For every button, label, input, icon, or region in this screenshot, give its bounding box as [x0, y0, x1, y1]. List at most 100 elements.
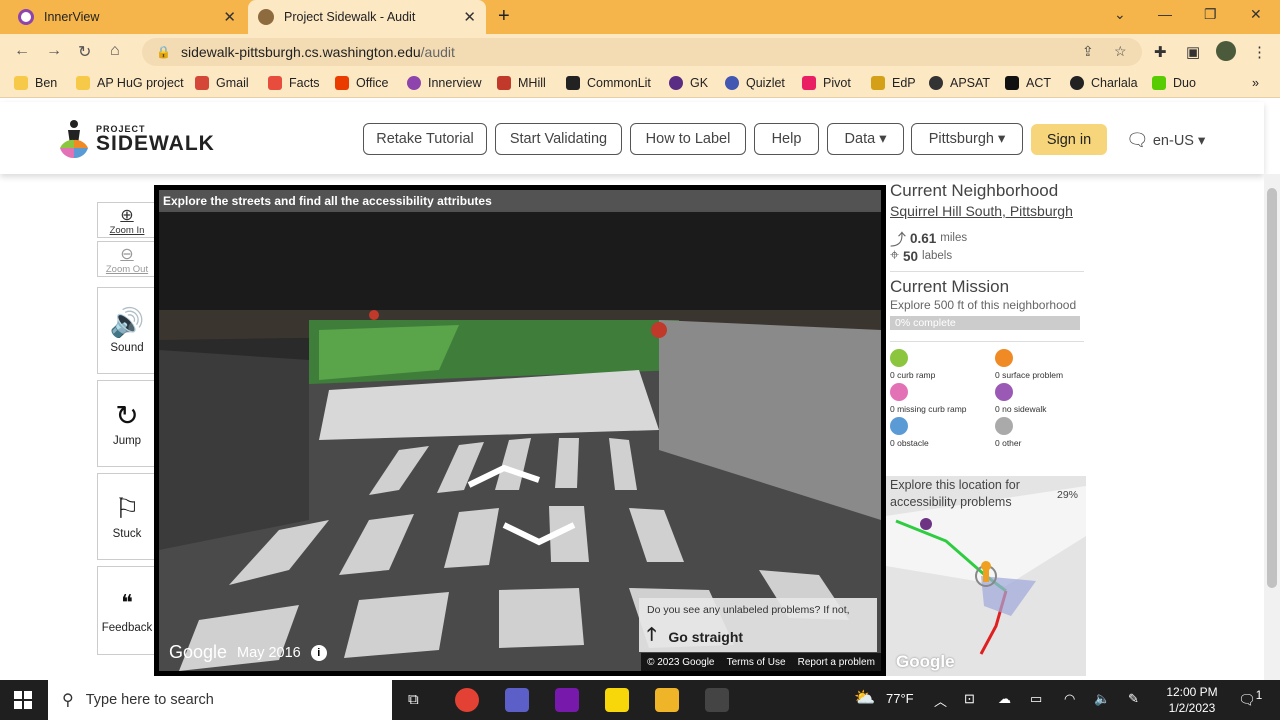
- bookmark-innerview[interactable]: Innerview: [407, 76, 482, 90]
- bookmark-facts[interactable]: Facts: [268, 76, 320, 90]
- close-tab-icon[interactable]: ✕: [223, 8, 236, 26]
- go-straight-prompt[interactable]: Do you see any unlabeled problems? If no…: [639, 598, 877, 652]
- tab-search-icon[interactable]: ⌄: [1114, 6, 1126, 23]
- weather-temp[interactable]: 77°F: [886, 691, 914, 706]
- tab-project-sidewalk[interactable]: Project Sidewalk - Audit ✕: [248, 0, 486, 34]
- city-dropdown[interactable]: Pittsburgh ▾: [911, 123, 1023, 155]
- app-tray-icon[interactable]: ⊡: [964, 691, 975, 707]
- url-bar[interactable]: 🔒 sidewalk-pittsburgh.cs.washington.edu /…: [142, 38, 1142, 66]
- zoom-in-button[interactable]: ⊕ Zoom In: [97, 202, 157, 238]
- forward-icon[interactable]: →: [46, 42, 62, 60]
- search-icon: ⚲: [62, 692, 74, 709]
- menu-icon[interactable]: ⋮: [1252, 43, 1267, 61]
- share-icon[interactable]: ⇪: [1082, 43, 1094, 60]
- divider: [890, 271, 1084, 272]
- bookmark-gk[interactable]: GK: [669, 76, 708, 90]
- retake-tutorial-button[interactable]: Retake Tutorial: [363, 123, 487, 155]
- translate-icon: 🗨: [1126, 130, 1149, 150]
- sign-in-button[interactable]: Sign in: [1031, 124, 1107, 155]
- data-dropdown[interactable]: Data ▾: [827, 123, 904, 155]
- close-window-icon[interactable]: ✕: [1250, 6, 1262, 23]
- minimize-icon[interactable]: —: [1158, 6, 1172, 22]
- terms-link[interactable]: Terms of Use: [727, 657, 786, 668]
- signpost-icon: ⚐: [114, 492, 140, 524]
- bookmark-mhill[interactable]: MHill: [497, 76, 546, 90]
- restore-icon[interactable]: ❐: [1204, 6, 1217, 23]
- zoom-out-button[interactable]: ⊖ Zoom Out: [97, 241, 157, 277]
- page-scrollbar[interactable]: [1264, 174, 1280, 680]
- reload-icon[interactable]: ↻: [78, 42, 91, 62]
- current-mission-heading: Current Mission: [890, 277, 1010, 296]
- game-icon[interactable]: [705, 688, 729, 712]
- street-view-panorama[interactable]: Explore the streets and find all the acc…: [154, 185, 886, 676]
- tab-innerview[interactable]: InnerView ✕: [8, 0, 246, 34]
- bookmark-act[interactable]: ACT: [1005, 76, 1051, 90]
- task-view-icon[interactable]: ⧉: [408, 691, 419, 708]
- miles-unit: miles: [940, 232, 968, 244]
- bookmark-star-icon[interactable]: ☆: [1114, 43, 1127, 60]
- bookmark-quizlet[interactable]: Quizlet: [725, 76, 785, 90]
- bookmark-commonlit[interactable]: CommonLit: [566, 76, 651, 90]
- minimap[interactable]: Explore this location for accessibility …: [886, 476, 1086, 676]
- taskbar-search[interactable]: ⚲ Type here to search: [48, 680, 392, 720]
- info-icon[interactable]: i: [310, 644, 327, 661]
- windows-start-icon[interactable]: [14, 691, 32, 709]
- project-sidewalk-logo[interactable]: PROJECT SIDEWALK: [56, 118, 215, 160]
- jump-button[interactable]: ↻ Jump: [97, 380, 157, 467]
- new-tab-button[interactable]: +: [498, 5, 510, 28]
- show-hidden-icons[interactable]: ︿: [934, 691, 947, 710]
- scrollbar-thumb[interactable]: [1267, 188, 1277, 588]
- pano-attribution: Google May 2016 i: [169, 642, 327, 663]
- sidewalk-favicon-icon: [258, 9, 274, 25]
- profile-avatar[interactable]: [1216, 41, 1236, 61]
- chrome-icon[interactable]: [455, 688, 479, 712]
- teams-icon[interactable]: [505, 688, 529, 712]
- sticky-notes-icon[interactable]: [605, 688, 629, 712]
- battery-icon[interactable]: ▭: [1030, 691, 1042, 707]
- weather-icon[interactable]: ⛅: [854, 688, 875, 708]
- charlala-icon: [1070, 76, 1084, 90]
- close-tab-icon[interactable]: ✕: [463, 8, 476, 26]
- map-pin-icon: ⌖: [890, 247, 900, 264]
- stuck-button[interactable]: ⚐ Stuck: [97, 473, 157, 560]
- bookmark-edp[interactable]: EdP: [871, 76, 916, 90]
- labels-unit: labels: [922, 250, 953, 262]
- pen-icon[interactable]: ✎: [1128, 691, 1139, 707]
- onenote-icon[interactable]: [555, 688, 579, 712]
- no-sidewalk-count: 0 no sidewalk: [995, 383, 1047, 414]
- surface-problem-count: 0 surface problem: [995, 349, 1063, 380]
- bookmark-ap-hug[interactable]: AP HuG project: [76, 76, 184, 90]
- innerview-favicon-icon: [18, 9, 34, 25]
- bookmark-ben[interactable]: Ben: [14, 76, 57, 90]
- back-icon[interactable]: ←: [14, 42, 30, 60]
- current-neighborhood-heading: Current Neighborhood: [890, 181, 1059, 200]
- bookmark-gmail[interactable]: Gmail: [195, 76, 249, 90]
- speaker-icon: 🔊: [109, 306, 145, 338]
- edp-icon: [871, 76, 885, 90]
- language-selector[interactable]: 🗨 en-US ▾: [1126, 130, 1205, 151]
- bookmark-pivot[interactable]: Pivot: [802, 76, 851, 90]
- address-toolbar: ← → ↻ ⌂ 🔒 sidewalk-pittsburgh.cs.washing…: [0, 34, 1280, 70]
- sound-button[interactable]: 🔊 Sound: [97, 287, 157, 374]
- bookmark-apsat[interactable]: APSAT: [929, 76, 990, 90]
- taskbar-clock[interactable]: 12:00 PM 1/2/2023: [1160, 684, 1224, 716]
- help-button[interactable]: Help: [754, 123, 819, 155]
- notification-icon[interactable]: 🗨1: [1238, 689, 1262, 709]
- wifi-icon[interactable]: ◠: [1064, 691, 1075, 707]
- start-validating-button[interactable]: Start Validating: [495, 123, 622, 155]
- neighborhood-link[interactable]: Squirrel Hill South, Pittsburgh: [890, 203, 1073, 219]
- folder-icon: [76, 76, 90, 90]
- feedback-button[interactable]: ❝ Feedback: [97, 566, 157, 655]
- bookmark-office[interactable]: Office: [335, 76, 388, 90]
- extensions-icon[interactable]: ✚: [1154, 43, 1167, 61]
- volume-icon[interactable]: 🔈: [1094, 691, 1110, 707]
- onedrive-icon[interactable]: ☁: [998, 691, 1011, 707]
- bookmark-duo[interactable]: Duo: [1152, 76, 1196, 90]
- side-panel-icon[interactable]: ▣: [1186, 43, 1200, 61]
- bookmark-charlala[interactable]: Charlala: [1070, 76, 1138, 90]
- home-icon[interactable]: ⌂: [110, 42, 120, 60]
- report-problem-link[interactable]: Report a problem: [798, 657, 875, 668]
- file-explorer-icon[interactable]: [655, 688, 679, 712]
- bookmarks-more[interactable]: »: [1252, 76, 1259, 90]
- how-to-label-button[interactable]: How to Label: [630, 123, 746, 155]
